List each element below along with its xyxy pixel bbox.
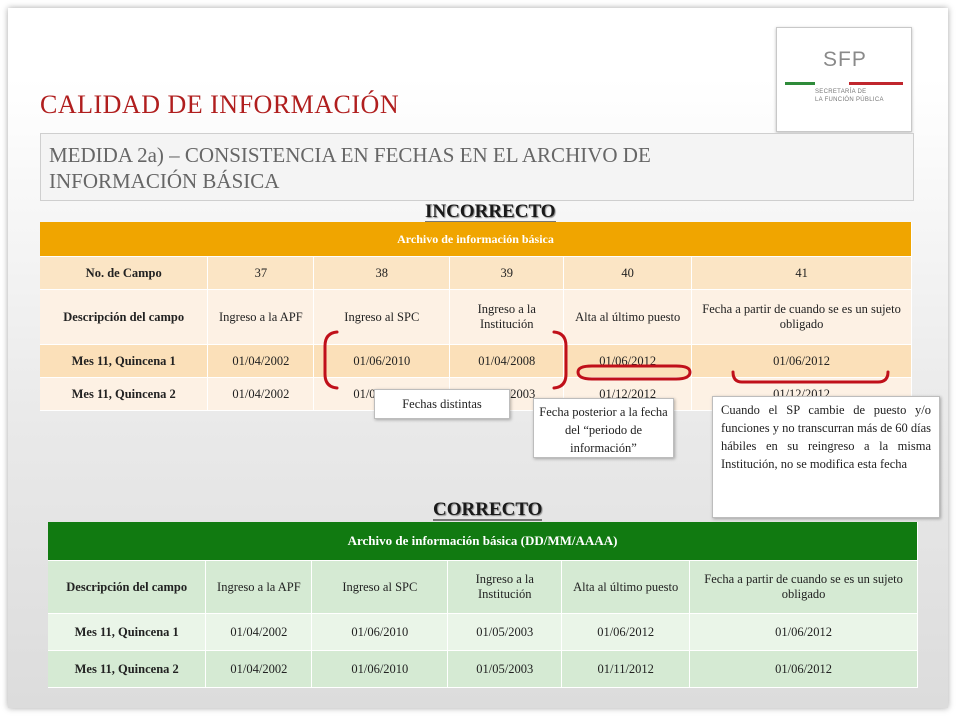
logo-white-line xyxy=(817,82,847,85)
desc-cell: Fecha a partir de cuando se es un sujeto… xyxy=(689,560,918,614)
incorrect-label: INCORRECTO xyxy=(425,201,556,223)
desc-label: Descripción del campo xyxy=(48,560,207,614)
date-cell: 01/06/2010 xyxy=(311,613,449,651)
correct-table-title: Archivo de información básica (DD/MM/AAA… xyxy=(48,522,918,561)
campo-label: No. de Campo xyxy=(40,256,209,290)
logo-subtitle-line1: SECRETARÍA DE xyxy=(815,89,867,95)
desc-cell: Ingreso a la APF xyxy=(207,289,315,345)
desc-cell: Ingreso a la Institución xyxy=(449,289,565,345)
row-label: Mes 11, Quincena 1 xyxy=(48,613,207,651)
desc-label: Descripción del campo xyxy=(40,289,209,345)
date-cell: 01/04/2002 xyxy=(207,377,315,411)
row-label: Mes 11, Quincena 2 xyxy=(48,650,207,688)
subtitle-line1: MEDIDA 2a) – CONSISTENCIA EN FECHAS EN E… xyxy=(49,143,651,167)
date-cell: 01/06/2010 xyxy=(313,344,451,378)
date-cell: 01/04/2008 xyxy=(449,344,565,378)
desc-cell: Ingreso a la Institución xyxy=(447,560,563,614)
incorrect-table-title: Archivo de información básica xyxy=(40,222,912,257)
desc-cell: Fecha a partir de cuando se es un sujeto… xyxy=(691,289,912,345)
date-cell: 01/04/2002 xyxy=(205,613,313,651)
campo-cell: 40 xyxy=(563,256,693,290)
campo-cell: 38 xyxy=(313,256,451,290)
date-cell: 01/06/2010 xyxy=(311,650,449,688)
date-cell: 01/05/2003 xyxy=(447,613,563,651)
date-cell: 01/11/2012 xyxy=(561,650,691,688)
correct-label: CORRECTO xyxy=(433,499,543,521)
subtitle: MEDIDA 2a) – CONSISTENCIA EN FECHAS EN E… xyxy=(49,142,651,194)
date-cell: 01/06/2012 xyxy=(561,613,691,651)
note-fecha-posterior: Fecha posterior a la fecha del “periodo … xyxy=(533,398,674,458)
desc-cell: Ingreso a la APF xyxy=(205,560,313,614)
desc-cell: Ingreso al SPC xyxy=(311,560,449,614)
logo-subtitle-line2: LA FUNCIÓN PÚBLICA xyxy=(815,97,884,103)
subtitle-line2: INFORMACIÓN BÁSICA xyxy=(49,169,280,193)
campo-cell: 37 xyxy=(207,256,315,290)
incorrect-label-text: INCORRECTO xyxy=(425,201,556,222)
desc-cell: Alta al último puesto xyxy=(561,560,691,614)
row-label: Mes 11, Quincena 1 xyxy=(40,344,209,378)
campo-cell: 41 xyxy=(691,256,912,290)
campo-cell: 39 xyxy=(449,256,565,290)
sfp-logo: SFP SECRETARÍA DE LA FUNCIÓN PÚBLICA xyxy=(776,27,912,132)
note-fechas-distintas: Fechas distintas xyxy=(374,389,510,419)
date-cell: 01/06/2012 xyxy=(689,650,918,688)
incorrect-table: Archivo de información básica No. de Cam… xyxy=(40,222,912,411)
note-cuando-sp: Cuando el SP cambie de puesto y/o funcio… xyxy=(712,396,940,518)
date-cell: 01/04/2002 xyxy=(207,344,315,378)
date-cell: 01/06/2012 xyxy=(689,613,918,651)
logo-red-line xyxy=(849,82,903,85)
row-label: Mes 11, Quincena 2 xyxy=(40,377,209,411)
desc-cell: Alta al último puesto xyxy=(563,289,693,345)
desc-cell: Ingreso al SPC xyxy=(313,289,451,345)
correct-table: Archivo de información básica (DD/MM/AAA… xyxy=(48,522,918,688)
page-title: CALIDAD DE INFORMACIÓN xyxy=(40,90,400,119)
logo-subtitle: SECRETARÍA DE LA FUNCIÓN PÚBLICA xyxy=(815,88,884,104)
logo-text: SFP xyxy=(823,48,867,71)
subtitle-box: MEDIDA 2a) – CONSISTENCIA EN FECHAS EN E… xyxy=(40,133,914,201)
logo-green-line xyxy=(785,82,815,85)
correct-label-text: CORRECTO xyxy=(433,499,543,520)
date-cell: 01/05/2003 xyxy=(447,650,563,688)
date-cell: 01/04/2002 xyxy=(205,650,313,688)
date-cell: 01/06/2012 xyxy=(691,344,912,378)
date-cell: 01/06/2012 xyxy=(563,344,693,378)
slide: SFP SECRETARÍA DE LA FUNCIÓN PÚBLICA CAL… xyxy=(0,0,960,720)
